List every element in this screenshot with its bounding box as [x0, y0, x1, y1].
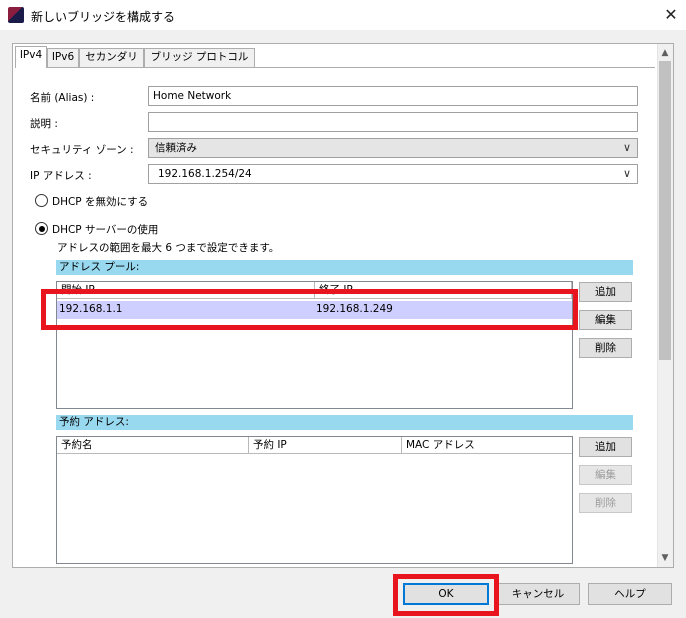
tab-ipv4[interactable]: IPv4 [15, 46, 47, 68]
ip-address-value: 192.168.1.254/24 [158, 168, 252, 180]
chevron-down-icon: ∨ [622, 167, 631, 180]
dhcp-server-label[interactable]: DHCP サーバーの使用 [52, 222, 158, 237]
security-zone-label: セキュリティ ゾーン : [30, 144, 134, 156]
chevron-down-icon: ∨ [622, 141, 631, 154]
column-reserved-ip[interactable]: 予約 IP [249, 437, 402, 454]
pool-edit-button[interactable]: 編集 [579, 310, 632, 330]
scroll-down-arrow-icon[interactable]: ▼ [657, 550, 673, 566]
reserved-delete-button[interactable]: 削除 [579, 493, 632, 513]
dhcp-disable-label[interactable]: DHCP を無効にする [52, 194, 148, 209]
highlight-box-ok [393, 574, 499, 616]
close-icon[interactable]: ✕ [657, 1, 685, 29]
description-input[interactable] [148, 112, 638, 132]
alias-label: 名前 (Alias) : [30, 92, 95, 104]
scroll-up-arrow-icon[interactable]: ▲ [657, 45, 673, 61]
security-zone-select[interactable]: 信頼済み ∨ [148, 138, 638, 158]
highlight-box-pool-row [41, 289, 578, 330]
reserved-add-button[interactable]: 追加 [579, 437, 632, 457]
reserved-addresses-heading: 予約 アドレス: [56, 415, 633, 430]
dhcp-range-note: アドレスの範囲を最大 6 つまで設定できます。 [57, 242, 280, 254]
column-reserved-name[interactable]: 予約名 [57, 437, 249, 454]
pool-add-button[interactable]: 追加 [579, 282, 632, 302]
scrollbar-thumb[interactable] [659, 61, 671, 360]
ip-address-label: IP アドレス : [30, 170, 92, 182]
dhcp-server-radio[interactable] [35, 222, 48, 235]
app-icon [8, 7, 24, 23]
tab-secondary[interactable]: セカンダリ [79, 48, 144, 67]
reserved-addresses-table[interactable]: 予約名 予約 IP MAC アドレス [56, 436, 573, 564]
tab-ipv6[interactable]: IPv6 [47, 48, 79, 67]
address-pool-heading: アドレス プール: [56, 260, 633, 275]
cancel-button[interactable]: キャンセル [496, 583, 580, 605]
ip-address-combo[interactable]: 192.168.1.254/24 ∨ [148, 164, 638, 184]
description-label: 説明 : [30, 118, 58, 130]
help-button[interactable]: ヘルプ [588, 583, 672, 605]
dhcp-disable-radio[interactable] [35, 194, 48, 207]
security-zone-value: 信頼済み [155, 142, 197, 154]
pool-delete-button[interactable]: 削除 [579, 338, 632, 358]
tab-underline [15, 67, 655, 68]
column-mac-address[interactable]: MAC アドレス [402, 437, 572, 454]
window-title: 新しいブリッジを構成する [31, 10, 176, 24]
alias-input[interactable]: Home Network [148, 86, 638, 106]
reserved-edit-button[interactable]: 編集 [579, 465, 632, 485]
tab-bridge-protocol[interactable]: ブリッジ プロトコル [144, 48, 255, 67]
